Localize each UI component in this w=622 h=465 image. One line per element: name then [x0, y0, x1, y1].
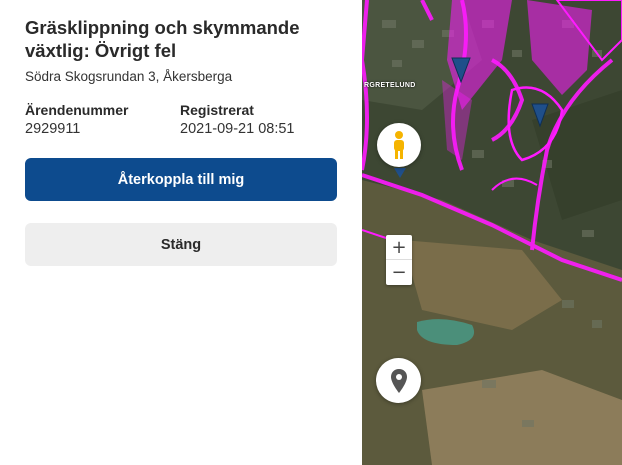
case-title: Gräsklippning och skymmande växtlig: Övr… [25, 17, 300, 61]
locate-button[interactable] [376, 358, 421, 403]
registered-value: 2021-09-21 08:51 [180, 121, 295, 137]
case-details-panel: Gräsklippning och skymmande växtlig: Övr… [0, 0, 362, 465]
zoom-out-button[interactable]: − [386, 260, 412, 285]
reconnect-button[interactable]: Återkoppla till mig [25, 158, 337, 201]
close-button[interactable]: Stäng [25, 223, 337, 266]
pegman-icon [394, 131, 404, 159]
registered-label: Registrerat [180, 102, 254, 118]
location-pin-icon [390, 368, 407, 393]
zoom-in-button[interactable]: + [386, 235, 412, 260]
case-number-label: Ärendenummer [25, 102, 129, 118]
case-address: Södra Skogsrundan 3, Åkersberga [25, 69, 233, 84]
map-place-label: RGRETELUND [364, 82, 416, 89]
street-view-button[interactable] [377, 123, 421, 167]
case-number-block: Ärendenummer 2929911 [25, 102, 180, 138]
case-number-value: 2929911 [25, 121, 81, 137]
zoom-control: + − [386, 235, 412, 285]
case-meta: Ärendenummer 2929911 Registrerat 2021-09… [25, 102, 337, 138]
registered-block: Registrerat 2021-09-21 08:51 [180, 102, 295, 138]
